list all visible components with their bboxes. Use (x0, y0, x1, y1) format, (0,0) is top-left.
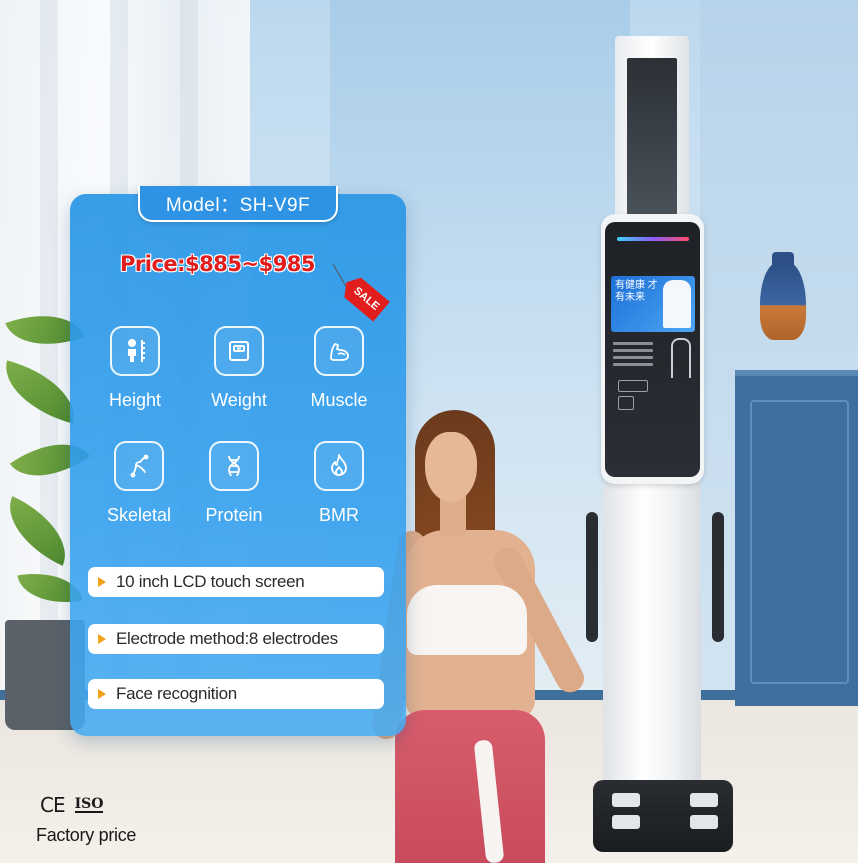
foot-electrode (612, 793, 640, 807)
feature-label: Weight (211, 390, 267, 410)
vase (760, 262, 806, 340)
arrow-right-icon (98, 689, 106, 699)
arrow-right-icon (98, 634, 106, 644)
info-line (613, 356, 653, 359)
factory-price-label: Factory price (36, 825, 137, 845)
bone-icon (114, 441, 164, 491)
device-screen-headline: 有健康 才有未来 (615, 280, 658, 303)
feature-label: Protein (205, 505, 263, 525)
device-touch-screen: 有健康 才有未来 (611, 276, 695, 332)
left-hand-electrode (586, 512, 598, 642)
height-sensor-glass (627, 58, 677, 218)
machine-pole (603, 482, 701, 792)
feature-label: Height (108, 390, 162, 410)
arrow-right-icon (98, 577, 106, 587)
cabinet-door (750, 400, 849, 684)
sports-bra (407, 585, 527, 655)
model-woman (370, 410, 595, 863)
device-printer-slot (618, 396, 634, 410)
leggings (395, 710, 545, 863)
foot-electrode (690, 793, 718, 807)
doctor-figure (663, 280, 691, 328)
iso-mark: ISO (74, 796, 104, 813)
highlight-pill: 10 inch LCD touch screen (88, 567, 384, 597)
highlight-pill: Electrode method:8 electrodes (88, 624, 384, 654)
feature-label: Muscle (310, 390, 368, 410)
highlight-text: Face recognition (116, 684, 237, 703)
leaf (0, 496, 81, 566)
info-line (613, 349, 653, 352)
feature-label: BMR (319, 505, 359, 525)
model-label: Model：SH-V9F (138, 186, 338, 222)
face (425, 432, 477, 502)
right-hand-electrode (712, 512, 724, 642)
certification-marks: CE ISO (40, 793, 104, 817)
weight-scale-icon (214, 326, 264, 376)
highlight-pill: Face recognition (88, 679, 384, 709)
feature-protein: Protein (189, 441, 279, 531)
feature-bmr: BMR (294, 441, 384, 531)
height-ruler-icon (110, 326, 160, 376)
info-line (613, 363, 653, 366)
led-strip (617, 237, 689, 241)
foot-electrode (690, 815, 718, 829)
highlight-text: Electrode method:8 electrodes (116, 629, 338, 648)
price-label: Price:$885~$985 (120, 252, 316, 276)
info-line (613, 342, 653, 345)
ce-mark: CE (40, 793, 66, 817)
feature-label: Skeletal (106, 505, 172, 525)
feature-weight: Weight (194, 326, 284, 416)
dna-icon (209, 441, 259, 491)
flame-icon (314, 441, 364, 491)
feature-skeletal: Skeletal (94, 441, 184, 531)
feature-muscle: Muscle (294, 326, 384, 416)
foot-electrode (612, 815, 640, 829)
device-button (618, 380, 648, 392)
muscle-arm-icon (314, 326, 364, 376)
body-outline-icon (671, 338, 691, 378)
highlight-text: 10 inch LCD touch screen (116, 572, 305, 591)
device-info-area (613, 338, 693, 380)
feature-height: Height (90, 326, 180, 416)
